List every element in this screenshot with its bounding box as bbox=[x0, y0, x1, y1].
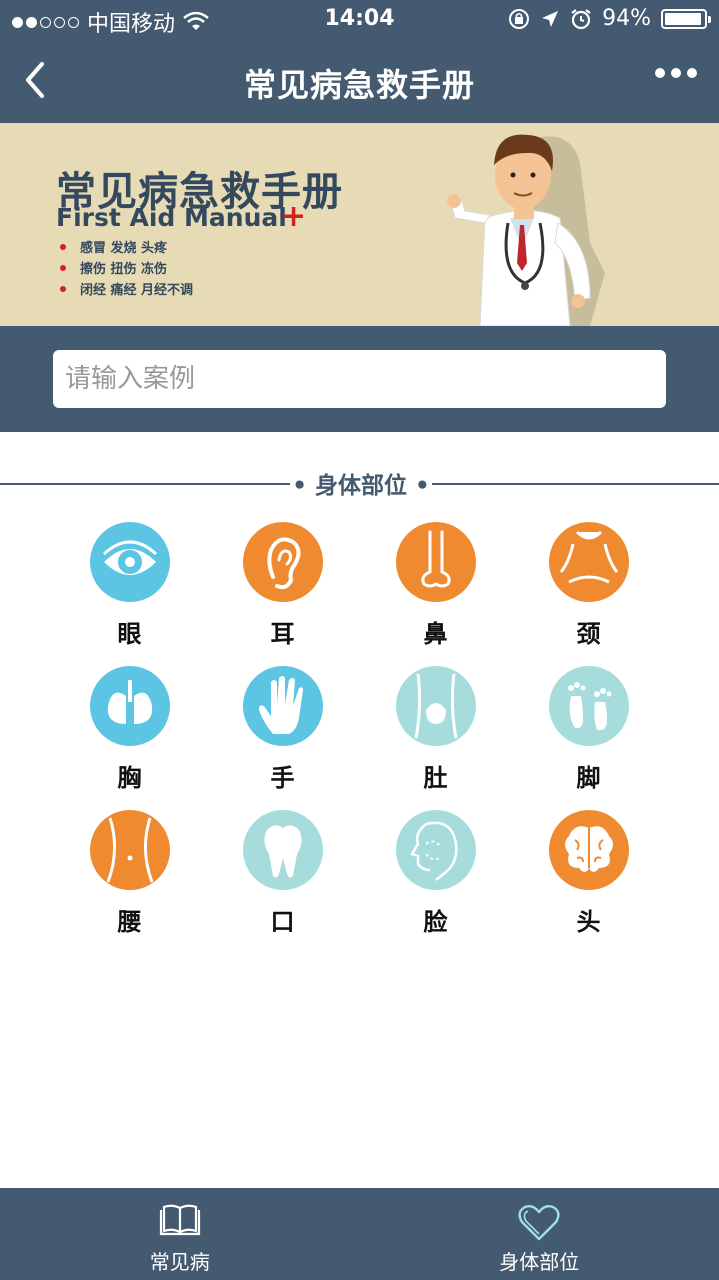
hand-icon bbox=[242, 666, 323, 746]
battery-percent: 94% bbox=[602, 6, 651, 31]
alarm-icon bbox=[571, 8, 591, 29]
body-part-label: 腰 bbox=[117, 908, 142, 936]
tab-bar: 常见病 身体部位 bbox=[0, 1188, 719, 1280]
body-part-label: 肚 bbox=[423, 764, 448, 792]
tab-common-diseases[interactable]: 常见病 bbox=[0, 1188, 360, 1280]
banner: 常见病急救手册 First Aid Manual + 感冒 发烧 头疼 擦伤 扭… bbox=[0, 123, 719, 326]
nose-icon bbox=[395, 522, 476, 602]
red-cross-icon: + bbox=[281, 199, 307, 234]
banner-bullet: 闭经 痛经 月经不调 bbox=[60, 278, 193, 299]
more-icon bbox=[655, 68, 665, 78]
body-part-face[interactable]: 脸 bbox=[359, 810, 512, 936]
neck-icon bbox=[548, 522, 629, 602]
body-part-ear[interactable]: 耳 bbox=[206, 522, 359, 648]
face-icon bbox=[395, 810, 476, 890]
tooth-icon bbox=[242, 810, 323, 890]
waist-icon bbox=[89, 810, 170, 890]
body-part-neck[interactable]: 颈 bbox=[512, 522, 665, 648]
body-part-label: 眼 bbox=[117, 620, 142, 648]
body-part-grid: 眼 耳 鼻 颈 胸 手 肚 脚 腰 口 脸 头 bbox=[53, 522, 666, 936]
eye-icon bbox=[89, 522, 170, 602]
body-part-label: 头 bbox=[576, 908, 601, 936]
body-part-label: 口 bbox=[270, 908, 295, 936]
divider-line bbox=[432, 483, 719, 485]
search-area bbox=[0, 326, 719, 432]
divider-line bbox=[0, 483, 290, 485]
body-part-eye[interactable]: 眼 bbox=[53, 522, 206, 648]
body-part-chest[interactable]: 胸 bbox=[53, 666, 206, 792]
body-part-mouth[interactable]: 口 bbox=[206, 810, 359, 936]
body-part-nose[interactable]: 鼻 bbox=[359, 522, 512, 648]
body-part-hand[interactable]: 手 bbox=[206, 666, 359, 792]
rotation-lock-icon bbox=[509, 8, 530, 29]
book-icon bbox=[159, 1204, 200, 1236]
tab-body-parts[interactable]: 身体部位 bbox=[360, 1188, 719, 1280]
ear-icon bbox=[242, 522, 323, 602]
doctor-illustration bbox=[447, 134, 605, 326]
feet-icon bbox=[548, 666, 629, 746]
banner-subtitle: First Aid Manual bbox=[56, 203, 287, 232]
tab-label: 常见病 bbox=[149, 1250, 210, 1274]
body-part-feet[interactable]: 脚 bbox=[512, 666, 665, 792]
body-part-waist[interactable]: 腰 bbox=[53, 810, 206, 936]
body-part-label: 手 bbox=[270, 764, 295, 792]
body-part-label: 脚 bbox=[576, 764, 601, 792]
battery-icon bbox=[661, 8, 711, 29]
status-bar: 中国移动 14:04 94% bbox=[0, 0, 719, 40]
page-title: 常见病急救手册 bbox=[243, 66, 475, 104]
belly-icon bbox=[395, 666, 476, 746]
body-part-label: 胸 bbox=[117, 764, 142, 792]
body-part-head[interactable]: 头 bbox=[512, 810, 665, 936]
body-part-label: 脸 bbox=[423, 908, 448, 936]
lungs-icon bbox=[89, 666, 170, 746]
nav-bar: 常见病急救手册 bbox=[0, 40, 719, 123]
location-icon bbox=[542, 10, 559, 27]
search-input[interactable] bbox=[53, 350, 666, 408]
section-title: • 身体部位 • bbox=[292, 473, 430, 499]
banner-bullet: 感冒 发烧 头疼 bbox=[60, 236, 193, 257]
banner-bullet: 擦伤 扭伤 冻伤 bbox=[60, 257, 193, 278]
body-part-label: 耳 bbox=[270, 620, 295, 648]
brain-icon bbox=[548, 810, 629, 890]
section-heading: • 身体部位 • bbox=[0, 466, 719, 500]
more-menu-button[interactable] bbox=[655, 68, 697, 78]
heart-icon bbox=[518, 1204, 560, 1241]
body-part-label: 鼻 bbox=[423, 620, 448, 648]
body-part-label: 颈 bbox=[576, 620, 601, 648]
body-part-belly[interactable]: 肚 bbox=[359, 666, 512, 792]
tab-label: 身体部位 bbox=[499, 1250, 580, 1274]
banner-bullets: 感冒 发烧 头疼 擦伤 扭伤 冻伤 闭经 痛经 月经不调 bbox=[60, 236, 193, 299]
